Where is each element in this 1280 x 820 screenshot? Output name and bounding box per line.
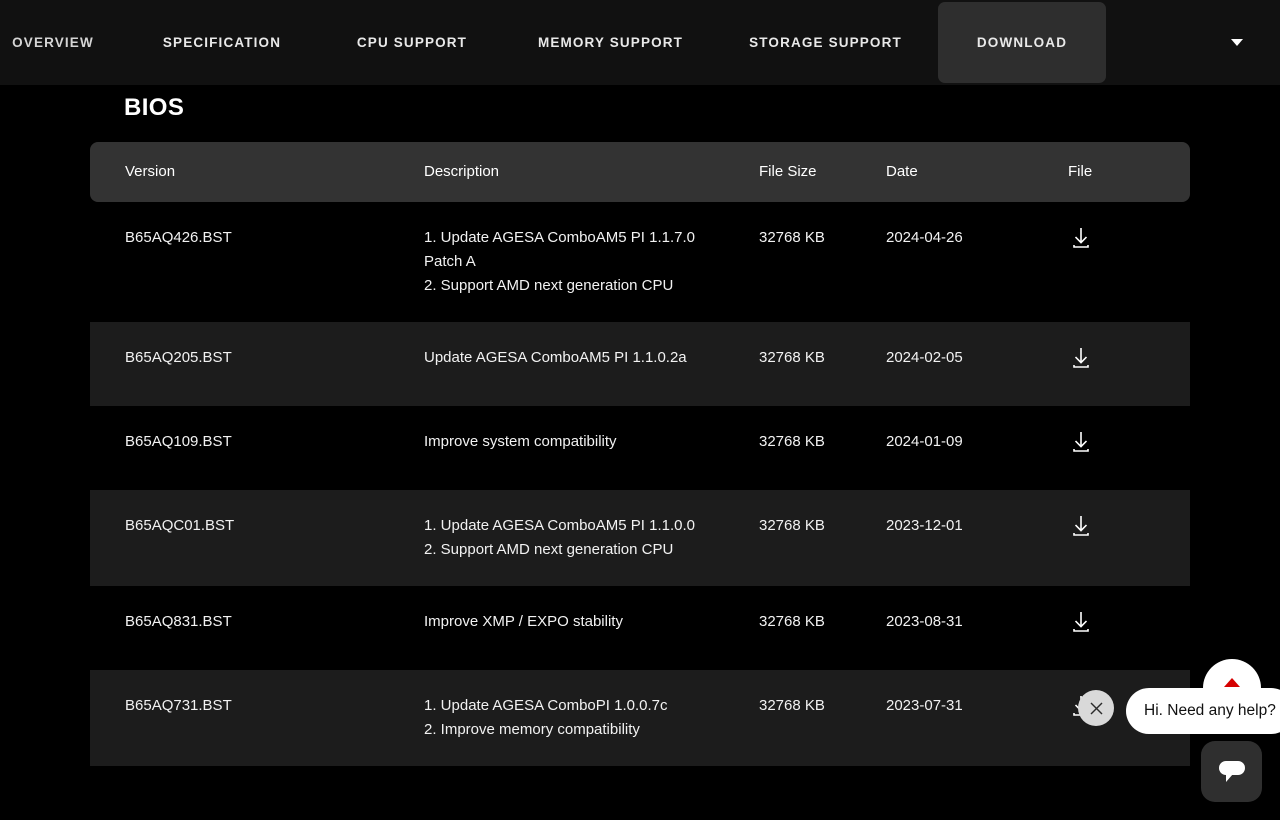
cell-description: 1. Update AGESA ComboAM5 PI 1.1.0.0 2. Su…	[424, 490, 759, 562]
cell-date: 2024-01-09	[886, 433, 963, 450]
cell-version: B65AQ731.BST	[125, 697, 232, 714]
page-title: BIOS	[124, 94, 185, 121]
table-row: B65AQ731.BST 1. Update AGESA ComboPI 1.0.…	[90, 670, 1190, 766]
cell-description: Update AGESA ComboAM5 PI 1.1.0.2a	[424, 322, 759, 370]
nav-tab-specification[interactable]: SPECIFICATION	[128, 0, 316, 85]
download-icon	[1073, 516, 1089, 536]
close-icon	[1090, 702, 1102, 714]
cell-date: 2023-07-31	[886, 697, 963, 714]
nav-more-button[interactable]	[1194, 0, 1280, 85]
chat-greeting-text: Hi. Need any help?	[1144, 702, 1276, 719]
cell-date: 2023-12-01	[886, 517, 963, 534]
download-button[interactable]	[1068, 430, 1094, 456]
description-line: 2. Support AMD next generation CPU	[424, 277, 674, 294]
chat-greeting-tooltip[interactable]: Hi. Need any help?	[1126, 688, 1280, 734]
column-header-file: File	[1068, 163, 1093, 180]
cell-file	[1068, 490, 1190, 540]
description-line: Update AGESA ComboAM5 PI 1.1.0.2a	[424, 349, 687, 366]
description-line: 2. Support AMD next generation CPU	[424, 541, 674, 558]
table-row: B65AQ426.BST 1. Update AGESA ComboAM5 PI …	[90, 202, 1190, 322]
download-icon	[1073, 432, 1089, 452]
nav-tab-memory-support[interactable]: MEMORY SUPPORT	[508, 0, 713, 85]
chevron-down-icon	[1231, 39, 1243, 46]
bios-download-table: Version Description File Size Date File …	[90, 142, 1190, 766]
download-button[interactable]	[1068, 346, 1094, 372]
column-header-description: Description	[424, 163, 500, 180]
nav-tab-download[interactable]: DOWNLOAD	[938, 2, 1106, 83]
description-line: 1. Update AGESA ComboAM5 PI 1.1.0.0	[424, 517, 695, 534]
column-header-date: Date	[886, 163, 918, 180]
cell-date: 2024-04-26	[886, 229, 963, 246]
cell-file	[1068, 406, 1190, 456]
description-line: Improve XMP / EXPO stability	[424, 613, 623, 630]
description-line: Patch A	[424, 253, 476, 270]
cell-description: 1. Update AGESA ComboPI 1.0.0.7c 2. Impro…	[424, 670, 759, 742]
top-navigation-bar: OVERVIEW SPECIFICATION CPU SUPPORT MEMOR…	[0, 0, 1280, 85]
cell-version: B65AQC01.BST	[125, 517, 235, 534]
cell-description: Improve XMP / EXPO stability	[424, 586, 759, 634]
cell-date: 2023-08-31	[886, 613, 963, 630]
download-icon	[1073, 348, 1089, 368]
cell-date: 2024-02-05	[886, 349, 963, 366]
cell-file-size: 32768 KB	[759, 517, 825, 534]
chat-close-button[interactable]	[1078, 690, 1114, 726]
cell-version: B65AQ426.BST	[125, 229, 232, 246]
download-button[interactable]	[1068, 514, 1094, 540]
description-line: Improve system compatibility	[424, 433, 617, 450]
cell-description: Improve system compatibility	[424, 406, 759, 454]
download-button[interactable]	[1068, 610, 1094, 636]
description-line: 1. Update AGESA ComboPI 1.0.0.7c	[424, 697, 668, 714]
description-line: 1. Update AGESA ComboAM5 PI 1.1.7.0	[424, 229, 695, 246]
cell-version: B65AQ831.BST	[125, 613, 232, 630]
cell-version: B65AQ109.BST	[125, 433, 232, 450]
download-icon	[1073, 612, 1089, 632]
table-header-row: Version Description File Size Date File	[90, 142, 1190, 202]
chat-bubble-icon	[1218, 760, 1245, 782]
nav-tab-overview[interactable]: OVERVIEW	[0, 0, 128, 85]
column-header-version: Version	[125, 163, 176, 180]
triangle-up-icon	[1224, 678, 1240, 687]
chat-launcher-button[interactable]	[1201, 741, 1262, 802]
download-button[interactable]	[1068, 226, 1094, 252]
cell-file-size: 32768 KB	[759, 433, 825, 450]
cell-file	[1068, 322, 1190, 372]
table-row: B65AQ831.BST Improve XMP / EXPO stability…	[90, 586, 1190, 670]
table-row: B65AQ109.BST Improve system compatibility…	[90, 406, 1190, 490]
table-body: B65AQ426.BST 1. Update AGESA ComboAM5 PI …	[90, 202, 1190, 766]
table-row: B65AQC01.BST 1. Update AGESA ComboAM5 PI …	[90, 490, 1190, 586]
column-header-file-size: File Size	[759, 163, 817, 180]
cell-file-size: 32768 KB	[759, 349, 825, 366]
cell-file-size: 32768 KB	[759, 613, 825, 630]
download-icon	[1073, 228, 1089, 248]
nav-tab-storage-support[interactable]: STORAGE SUPPORT	[713, 0, 938, 85]
nav-tab-cpu-support[interactable]: CPU SUPPORT	[316, 0, 508, 85]
cell-file	[1068, 202, 1190, 252]
cell-version: B65AQ205.BST	[125, 349, 232, 366]
cell-file-size: 32768 KB	[759, 229, 825, 246]
cell-file-size: 32768 KB	[759, 697, 825, 714]
nav-tab-list: OVERVIEW SPECIFICATION CPU SUPPORT MEMOR…	[0, 0, 1194, 85]
cell-description: 1. Update AGESA ComboAM5 PI 1.1.7.0 Patch…	[424, 202, 759, 298]
table-row: B65AQ205.BST Update AGESA ComboAM5 PI 1.1…	[90, 322, 1190, 406]
description-line: 2. Improve memory compatibility	[424, 721, 640, 738]
cell-file	[1068, 586, 1190, 636]
